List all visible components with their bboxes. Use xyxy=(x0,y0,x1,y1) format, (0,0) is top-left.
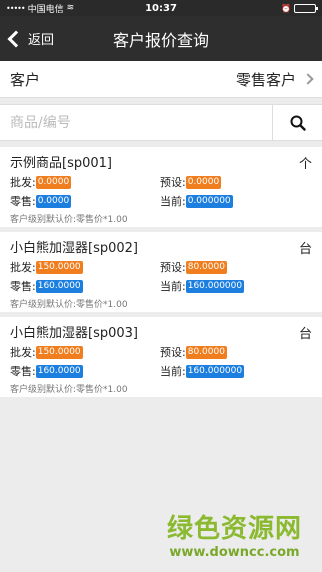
product-unit: 个 xyxy=(298,157,312,172)
preset-price-badge: 80.0000 xyxy=(185,345,227,359)
product-name: 示例商品[sp001] xyxy=(10,156,112,171)
product-unit: 台 xyxy=(298,327,312,342)
retail-price-badge: 160.0000 xyxy=(35,364,83,378)
search-bar xyxy=(0,104,322,141)
preset-price-badge: 80.0000 xyxy=(185,260,227,274)
retail-price-badge: 0.0000 xyxy=(35,194,72,208)
price-rule-note: 客户级别默认价:零售价*1.00 xyxy=(10,300,128,310)
status-bar: ••••• 中国电信 ≋ 10:37 ⏰ xyxy=(0,0,322,16)
preset-price-badge: 0.0000 xyxy=(185,175,222,189)
retail-price-badge: 160.0000 xyxy=(35,279,83,293)
chevron-right-icon xyxy=(302,73,314,85)
search-input[interactable] xyxy=(0,105,272,140)
watermark-title: 绿色资源网 xyxy=(166,514,302,544)
preset-label: 预设: xyxy=(160,176,186,189)
retail-label: 零售: xyxy=(10,365,36,378)
list-item[interactable]: 示例商品[sp001] 个 批发: 0.0000 预设: 0.0000 零售: 0.0… xyxy=(0,147,322,227)
product-unit: 台 xyxy=(298,242,312,257)
search-button[interactable] xyxy=(272,105,322,140)
price-rule-note: 客户级别默认价:零售价*1.00 xyxy=(10,385,128,395)
retail-label: 零售: xyxy=(10,280,36,293)
nav-bar: 返回 客户报价查询 xyxy=(0,16,322,61)
battery-icon xyxy=(294,3,318,13)
price-rule-note: 客户级别默认价:零售价*1.00 xyxy=(10,215,128,225)
retail-label: 零售: xyxy=(10,195,36,208)
wholesale-label: 批发: xyxy=(10,261,36,274)
preset-label: 预设: xyxy=(160,261,186,274)
customer-selector[interactable]: 客户 零售客户 xyxy=(0,61,322,98)
wholesale-label: 批发: xyxy=(10,176,36,189)
product-name: 小白熊加湿器[sp003] xyxy=(10,326,138,341)
current-price-badge: 0.000000 xyxy=(185,194,233,208)
carrier-name: 中国电信 xyxy=(27,4,64,15)
signal-icon: ••••• xyxy=(6,3,26,13)
search-icon xyxy=(290,115,306,131)
alarm-icon: ⏰ xyxy=(281,3,291,13)
wholesale-price-badge: 0.0000 xyxy=(35,175,72,189)
wholesale-price-badge: 150.0000 xyxy=(35,260,83,274)
back-button[interactable]: 返回 xyxy=(0,16,54,61)
customer-value: 零售客户 xyxy=(235,70,296,89)
customer-label: 客户 xyxy=(10,70,41,89)
product-list: 示例商品[sp001] 个 批发: 0.0000 预设: 0.0000 零售: 0.0… xyxy=(0,147,322,397)
current-label: 当前: xyxy=(160,365,186,378)
chevron-left-icon xyxy=(7,30,25,47)
watermark-url: www.downcc.com xyxy=(169,545,300,560)
current-price-badge: 160.000000 xyxy=(185,364,245,378)
current-price-badge: 160.000000 xyxy=(185,279,245,293)
wholesale-price-badge: 150.0000 xyxy=(35,345,83,359)
watermark: 绿色资源网 www.downcc.com xyxy=(167,508,302,560)
preset-label: 预设: xyxy=(160,346,186,359)
list-item[interactable]: 小白熊加湿器[sp003] 台 批发: 150.0000 预设: 80.0000 零… xyxy=(0,317,322,397)
list-item[interactable]: 小白熊加湿器[sp002] 台 批发: 150.0000 预设: 80.0000 零… xyxy=(0,232,322,312)
wholesale-label: 批发: xyxy=(10,346,36,359)
wifi-icon: ≋ xyxy=(66,3,75,13)
back-label: 返回 xyxy=(28,33,55,48)
current-label: 当前: xyxy=(160,280,186,293)
product-name: 小白熊加湿器[sp002] xyxy=(10,241,138,256)
current-label: 当前: xyxy=(160,195,186,208)
